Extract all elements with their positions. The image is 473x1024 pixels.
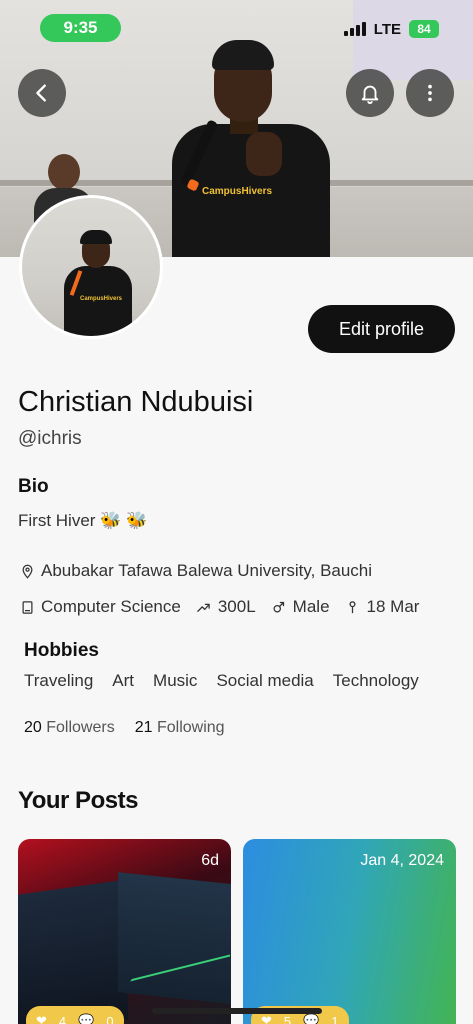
notifications-button[interactable] <box>346 69 394 117</box>
gender-item: Male <box>270 597 330 617</box>
comment-icon: 💬 <box>303 1013 320 1024</box>
chevron-left-icon <box>36 84 46 102</box>
department-item: Computer Science <box>18 597 181 617</box>
status-time: 9:35 <box>40 14 121 42</box>
location-pin-icon <box>18 562 36 580</box>
hobby-chip: Traveling <box>24 671 94 690</box>
post-stats: ❤ 4 💬 0 <box>26 1006 124 1024</box>
profile-name: Christian Ndubuisi <box>18 386 254 418</box>
followers-link[interactable]: 20 Followers <box>24 719 115 737</box>
post-card[interactable]: Jan 4, 2024 ❤ 5 💬 1 <box>243 839 456 1024</box>
profile-handle: @ichris <box>18 428 82 449</box>
post-date: Jan 4, 2024 <box>360 852 444 869</box>
book-icon <box>18 598 36 616</box>
gender-icon <box>270 598 288 616</box>
cake-icon <box>344 598 362 616</box>
cover-speaker: CampusHivers <box>172 40 330 257</box>
hobbies-heading: Hobbies <box>24 640 99 661</box>
network-label: LTE <box>373 20 401 38</box>
bio-heading: Bio <box>18 476 49 497</box>
following-link[interactable]: 21 Following <box>135 719 225 737</box>
battery-icon: 84 <box>409 20 439 38</box>
edit-profile-button[interactable]: Edit profile <box>308 305 455 353</box>
post-comments: 1 <box>331 1013 339 1024</box>
university-text: Abubakar Tafawa Balewa University, Bauch… <box>41 561 373 580</box>
back-button[interactable] <box>18 69 66 117</box>
post-likes: 4 <box>58 1013 67 1024</box>
profile-meta-row: Computer Science 300L Male 18 Mar <box>18 597 433 617</box>
level-item: 300L <box>195 597 256 617</box>
post-date: 6d <box>201 852 219 869</box>
avatar[interactable]: CampusHivers <box>19 195 163 339</box>
following-label: Following <box>156 719 225 736</box>
heart-icon: ❤ <box>36 1013 47 1024</box>
heart-icon: ❤ <box>261 1013 272 1024</box>
cover-shirt-logo: CampusHivers <box>202 186 273 197</box>
posts-heading: Your Posts <box>18 787 138 814</box>
post-likes: 5 <box>283 1013 292 1024</box>
gender-text: Male <box>292 597 330 616</box>
birthday-text: 18 Mar <box>366 597 420 616</box>
bio-text: First Hiver 🐝 🐝 <box>18 511 148 530</box>
post-card[interactable]: 6d ❤ 4 💬 0 <box>18 839 231 1024</box>
more-options-button[interactable] <box>406 69 454 117</box>
status-indicators: LTE 84 <box>343 20 439 38</box>
hobby-chip: Technology <box>332 671 419 690</box>
followers-count: 20 <box>24 719 42 736</box>
following-count: 21 <box>134 719 153 736</box>
avatar-shirt-logo: CampusHivers <box>80 296 123 302</box>
hobby-chip: Music <box>153 671 198 690</box>
post-image-screen <box>18 879 128 1024</box>
post-comments: 0 <box>106 1013 114 1024</box>
bell-icon <box>361 85 379 104</box>
hobby-chip: Art <box>112 671 135 690</box>
hobby-chip: Social media <box>216 671 314 690</box>
comment-icon: 💬 <box>78 1013 95 1024</box>
level-text: 300L <box>217 597 256 616</box>
department-text: Computer Science <box>41 597 181 616</box>
followers-label: Followers <box>46 719 115 736</box>
university-row: Abubakar Tafawa Balewa University, Bauch… <box>18 561 372 581</box>
vertical-dots-icon <box>428 84 432 102</box>
trend-up-icon <box>195 598 213 616</box>
birthday-item: 18 Mar <box>344 597 420 617</box>
hobbies-list: Traveling Art Music Social media Technol… <box>24 671 419 691</box>
home-indicator[interactable] <box>152 1008 322 1014</box>
signal-icon <box>343 22 366 36</box>
follow-stats: 20 Followers 21 Following <box>24 719 225 737</box>
cover-wall-detail <box>353 0 473 80</box>
